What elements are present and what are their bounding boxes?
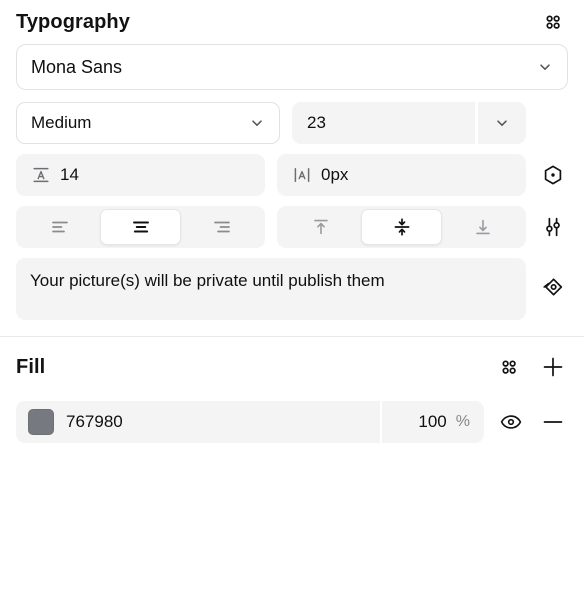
- letter-spacing-value: 0px: [321, 165, 349, 184]
- line-height-icon: [31, 165, 51, 185]
- font-size-group: 23: [292, 102, 526, 144]
- typography-header-actions: [538, 7, 568, 37]
- opacity-unit: %: [455, 413, 470, 430]
- font-size-dropdown-button[interactable]: [478, 102, 526, 144]
- chevron-down-icon: [249, 115, 265, 131]
- font-weight-select[interactable]: Medium: [16, 102, 280, 144]
- alignment-row: [16, 206, 568, 248]
- typography-title: Typography: [16, 10, 130, 33]
- text-content-row: Your picture(s) will be private until pu…: [16, 258, 568, 320]
- font-weight-value: Medium: [31, 113, 92, 132]
- section-divider: [0, 336, 584, 337]
- font-weight-size-row: Medium 23: [16, 102, 568, 144]
- opacity-value: 100: [418, 412, 447, 431]
- align-center-button[interactable]: [100, 209, 181, 245]
- grid-dots-icon[interactable]: [538, 7, 568, 37]
- fill-color-picker[interactable]: 767980: [16, 401, 380, 443]
- typography-section-header: Typography: [16, 0, 568, 44]
- fill-header-actions: [494, 352, 568, 382]
- grid-dots-icon[interactable]: [494, 352, 524, 382]
- color-swatch[interactable]: [28, 409, 54, 435]
- chevron-down-icon: [494, 115, 510, 131]
- minus-icon[interactable]: [538, 407, 568, 437]
- variable-diamond-icon[interactable]: [538, 272, 568, 302]
- hexagon-dot-icon[interactable]: [538, 160, 568, 190]
- typography-section: Typography Mona Sans Medium 23 14 0px Yo…: [0, 0, 584, 320]
- line-height-input[interactable]: 14: [16, 154, 265, 196]
- align-bottom-button[interactable]: [442, 209, 523, 245]
- font-size-value: 23: [307, 113, 326, 132]
- text-content-input[interactable]: Your picture(s) will be private until pu…: [16, 258, 526, 320]
- align-middle-button[interactable]: [361, 209, 442, 245]
- chevron-down-icon: [537, 59, 553, 75]
- fill-hex-value: 767980: [66, 412, 123, 431]
- horizontal-align-group: [16, 206, 265, 248]
- sliders-icon[interactable]: [538, 212, 568, 242]
- align-left-button[interactable]: [19, 209, 100, 245]
- properties-panel: Typography Mona Sans Medium 23 14 0px Yo…: [0, 0, 584, 602]
- fill-layer-row: 767980 100 %: [16, 401, 568, 443]
- font-family-select[interactable]: Mona Sans: [16, 44, 568, 90]
- font-size-input[interactable]: 23: [292, 102, 475, 144]
- fill-opacity-input[interactable]: 100 %: [380, 401, 484, 443]
- align-right-button[interactable]: [181, 209, 262, 245]
- letter-spacing-icon: [292, 165, 312, 185]
- eye-icon[interactable]: [496, 407, 526, 437]
- font-family-value: Mona Sans: [31, 56, 123, 77]
- vertical-align-group: [277, 206, 526, 248]
- fill-color-field[interactable]: 767980 100 %: [16, 401, 484, 443]
- align-top-button[interactable]: [280, 209, 361, 245]
- fill-section: Fill 767980 100 %: [0, 345, 584, 443]
- fill-title: Fill: [16, 355, 46, 378]
- fill-section-header: Fill: [16, 345, 568, 389]
- plus-icon[interactable]: [538, 352, 568, 382]
- letter-spacing-input[interactable]: 0px: [277, 154, 526, 196]
- line-height-value: 14: [60, 165, 79, 184]
- line-letter-row: 14 0px: [16, 154, 568, 196]
